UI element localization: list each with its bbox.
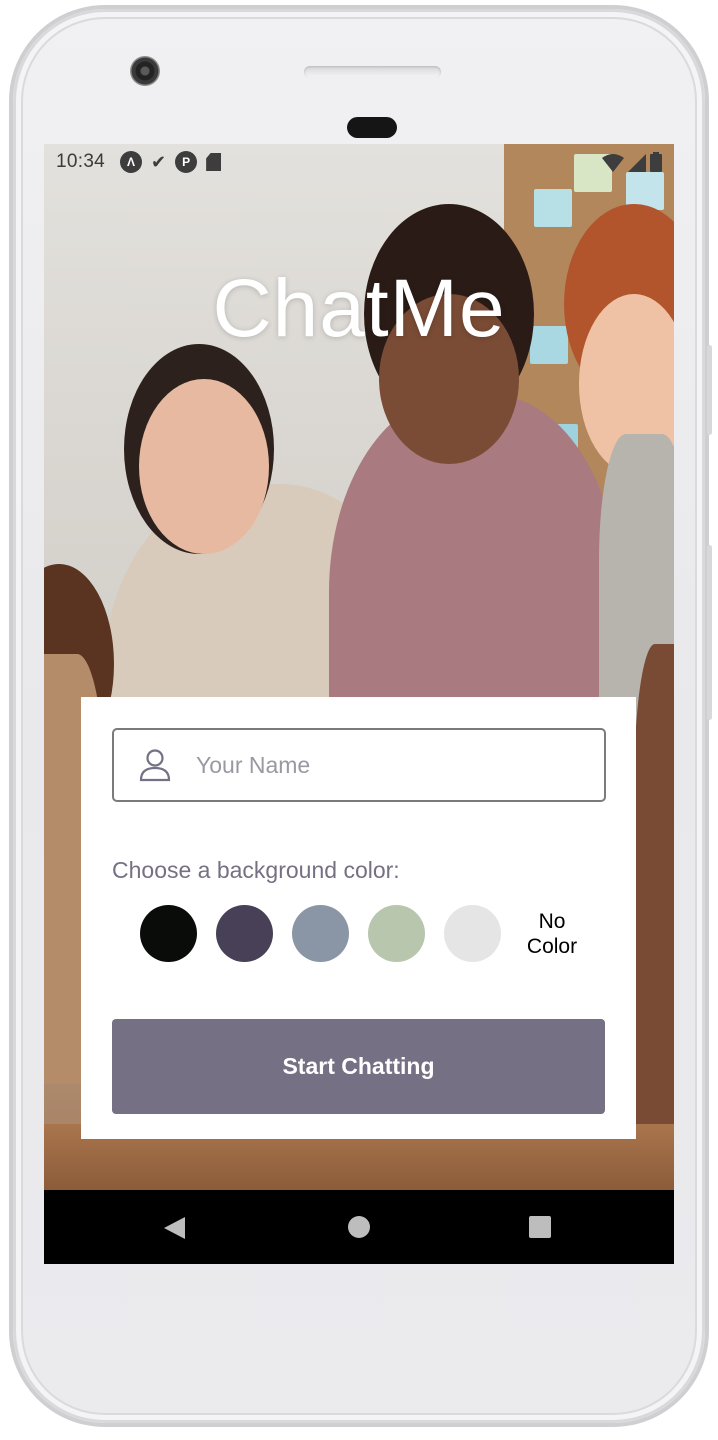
color-prompt-label: Choose a background color: [112,857,400,883]
navigation-bar [44,1190,674,1264]
back-icon[interactable] [164,1217,185,1239]
sd-card-icon [206,153,222,171]
status-time: 10:34 [56,151,106,172]
recents-icon[interactable] [529,1216,551,1238]
power-button [707,545,712,720]
volume-button [707,345,712,435]
app-icon: P [175,151,198,173]
earpiece-speaker [304,66,441,78]
color-swatch-grey-blue[interactable] [292,905,349,962]
user-icon [139,749,171,782]
start-chatting-button[interactable]: Start Chatting [112,1019,605,1114]
color-swatch-row: No Color [140,905,582,962]
color-swatch-green[interactable] [368,905,425,962]
photo-person-body [634,644,674,1124]
color-swatch-black[interactable] [140,905,197,962]
sticky-note [534,189,572,227]
download-done-icon: ✔ [151,151,167,172]
color-swatch-light-grey[interactable] [444,905,501,962]
name-field[interactable] [112,728,606,802]
home-icon[interactable] [348,1216,370,1238]
no-color-label-line1: No [538,909,566,933]
no-color-option[interactable]: No Color [522,909,582,959]
proximity-sensor [347,117,397,138]
name-input[interactable] [194,750,578,780]
device-screen: 10:34 Λ ✔ P ChatMe Choose a background c… [44,144,674,1264]
photo-person-face [139,379,269,554]
cellular-signal-icon [628,154,646,172]
battery-icon [650,152,662,172]
wifi-icon [602,154,624,172]
color-swatch-purple[interactable] [216,905,273,962]
react-native-icon: Λ [120,151,143,173]
front-camera [130,56,160,86]
app-title: ChatMe [212,263,506,354]
start-form-card: Choose a background color: No Color Star… [81,697,636,1139]
no-color-label-line2: Color [526,934,578,958]
status-bar: 10:34 Λ ✔ P [44,144,674,180]
